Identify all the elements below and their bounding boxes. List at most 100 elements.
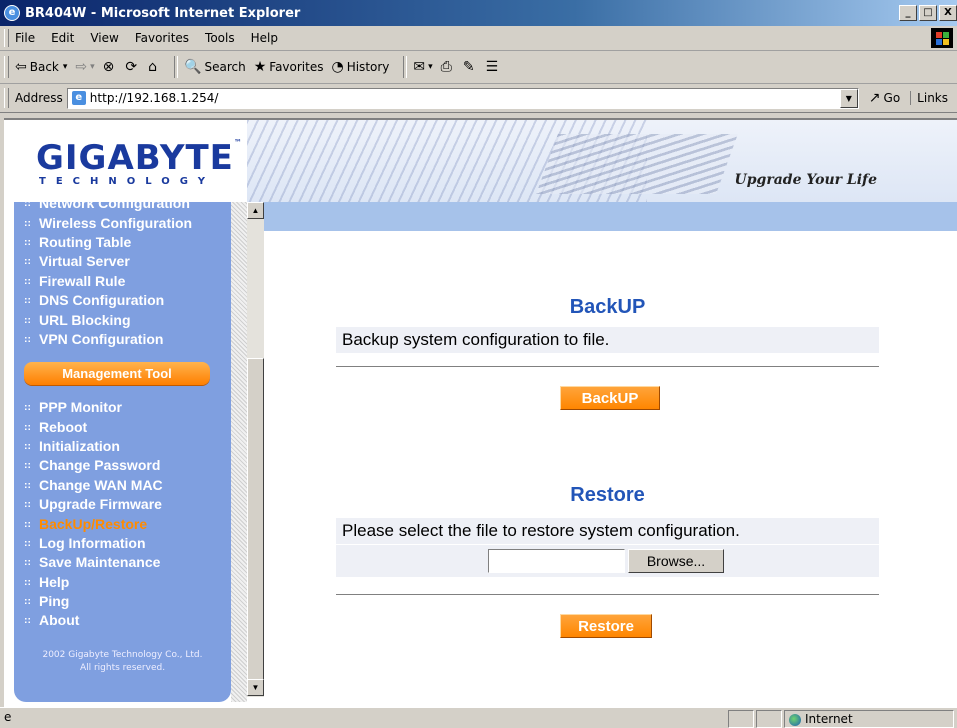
toolbar-grip[interactable] — [4, 29, 9, 47]
menu-help[interactable]: Help — [251, 31, 278, 45]
sidebar-item-reboot[interactable]: Reboot — [24, 417, 163, 436]
sidebar-item-ppp-monitor[interactable]: PPP Monitor — [24, 398, 163, 417]
dropdown-icon[interactable]: ▾ — [428, 62, 433, 72]
bullet-icon — [24, 520, 31, 528]
maximize-button[interactable]: □ — [919, 5, 937, 21]
stop-button[interactable]: ⊗ — [103, 59, 118, 75]
sidebar-item-dns-configuration[interactable]: DNS Configuration — [24, 291, 192, 310]
address-input[interactable]: e http://192.168.1.254/ ▼ — [66, 87, 859, 109]
divider — [336, 594, 879, 597]
bullet-icon — [24, 501, 31, 509]
home-icon: ⌂ — [148, 59, 158, 75]
bullet-icon — [24, 316, 31, 324]
window-title: BR404W - Microsoft Internet Explorer — [25, 5, 301, 21]
backup-description: Backup system configuration to file. — [336, 327, 879, 353]
toolbar-grip[interactable] — [4, 88, 9, 108]
address-label: Address — [15, 91, 63, 105]
scroll-down-button[interactable]: ▼ — [247, 679, 264, 696]
management-tool-header: Management Tool — [24, 362, 210, 385]
restore-title: Restore — [570, 484, 645, 506]
sidebar-item-virtual-server[interactable]: Virtual Server — [24, 252, 192, 271]
bullet-icon — [24, 335, 31, 343]
dropdown-icon[interactable]: ▾ — [63, 62, 68, 72]
sidebar-item-routing-table[interactable]: Routing Table — [24, 233, 192, 252]
edit-icon: ✎ — [462, 59, 475, 75]
discuss-button[interactable]: ☰ — [486, 59, 502, 75]
bullet-icon — [24, 442, 31, 450]
sidebar-scrollbar[interactable]: ▲ ▼ — [247, 202, 264, 697]
frame-divider — [231, 202, 247, 702]
divider — [336, 366, 879, 369]
restore-button[interactable]: Restore — [560, 614, 652, 638]
edit-button[interactable]: ✎ — [463, 59, 478, 75]
page-viewport: GIGABYTE™ TECHNOLOGY Upgrade Your Life N… — [4, 118, 957, 709]
sidebar-item-url-blocking[interactable]: URL Blocking — [24, 310, 192, 329]
windows-logo-icon — [931, 28, 953, 48]
dropdown-icon[interactable]: ▾ — [90, 62, 95, 72]
toolbar-separator — [174, 56, 179, 78]
bullet-icon — [24, 559, 31, 567]
content-header-bar — [264, 202, 957, 231]
mail-button[interactable]: ✉ ▾ — [413, 59, 432, 75]
menu-bar: File Edit View Favorites Tools Help — [0, 26, 957, 51]
history-button[interactable]: ◔ History — [331, 59, 389, 75]
history-icon: ◔ — [331, 59, 344, 75]
bullet-icon — [24, 219, 31, 227]
bullet-icon — [24, 598, 31, 606]
restore-description: Please select the file to restore system… — [336, 518, 879, 544]
sidebar-item-network-configuration[interactable]: Network Configuration — [24, 194, 192, 213]
sidebar-item-backup-restore[interactable]: BackUp/Restore — [24, 514, 163, 533]
sidebar-item-log-information[interactable]: Log Information — [24, 534, 163, 553]
menu-view[interactable]: View — [90, 31, 118, 45]
back-button[interactable]: ⇦ Back ▾ — [15, 59, 67, 75]
forward-button[interactable]: ⇨ ▾ — [75, 59, 94, 75]
print-button[interactable]: ⎙ — [441, 59, 455, 75]
status-cell — [728, 710, 754, 728]
tagline: Upgrade Your Life — [734, 172, 877, 188]
search-button[interactable]: 🔍 Search — [184, 59, 246, 75]
print-icon: ⎙ — [440, 59, 452, 75]
sidebar-item-save-maintenance[interactable]: Save Maintenance — [24, 553, 163, 572]
menu-tools[interactable]: Tools — [205, 31, 235, 45]
home-button[interactable]: ⌂ — [148, 59, 160, 75]
refresh-button[interactable]: ⟳ — [125, 59, 140, 75]
bullet-icon — [24, 423, 31, 431]
sidebar-item-wireless-configuration[interactable]: Wireless Configuration — [24, 213, 192, 232]
logo-subtitle: TECHNOLOGY — [39, 176, 215, 187]
links-button[interactable]: Links — [910, 91, 948, 105]
address-dropdown-button[interactable]: ▼ — [839, 88, 858, 108]
sidebar-item-change-password[interactable]: Change Password — [24, 456, 163, 475]
go-arrow-icon: ↗ — [868, 90, 881, 106]
backup-button[interactable]: BackUP — [560, 386, 660, 410]
sidebar-item-firewall-rule[interactable]: Firewall Rule — [24, 272, 192, 291]
sidebar-item-vpn-configuration[interactable]: VPN Configuration — [24, 330, 192, 349]
sidebar-item-ping[interactable]: Ping — [24, 592, 163, 611]
discuss-icon: ☰ — [485, 59, 499, 75]
scroll-thumb[interactable] — [247, 358, 264, 681]
sidebar-item-about[interactable]: About — [24, 611, 163, 630]
status-cell — [756, 710, 782, 728]
bullet-icon — [24, 238, 31, 246]
favorites-button[interactable]: ★ Favorites — [254, 59, 324, 75]
scroll-up-button[interactable]: ▲ — [247, 202, 264, 219]
minimize-button[interactable]: _ — [899, 5, 917, 21]
logo-area: GIGABYTE™ TECHNOLOGY — [4, 120, 247, 202]
go-button[interactable]: ↗ Go — [869, 90, 900, 106]
toolbar-grip[interactable] — [4, 56, 9, 78]
restore-file-input[interactable] — [488, 549, 625, 573]
bullet-icon — [24, 297, 31, 305]
address-url: http://192.168.1.254/ — [89, 91, 219, 105]
sidebar-config-list: Network Configuration Wireless Configura… — [24, 194, 192, 349]
sidebar-item-change-wan-mac[interactable]: Change WAN MAC — [24, 476, 163, 495]
browse-button[interactable]: Browse... — [628, 549, 724, 573]
menu-favorites[interactable]: Favorites — [135, 31, 189, 45]
sidebar-item-initialization[interactable]: Initialization — [24, 437, 163, 456]
menu-file[interactable]: File — [15, 31, 35, 45]
backup-title: BackUP — [569, 296, 646, 318]
menu-edit[interactable]: Edit — [51, 31, 74, 45]
header-banner: Upgrade Your Life — [247, 120, 957, 202]
sidebar-item-help[interactable]: Help — [24, 573, 163, 592]
close-button[interactable]: X — [939, 5, 957, 21]
sidebar-item-upgrade-firmware[interactable]: Upgrade Firmware — [24, 495, 163, 514]
search-icon: 🔍 — [184, 59, 202, 75]
